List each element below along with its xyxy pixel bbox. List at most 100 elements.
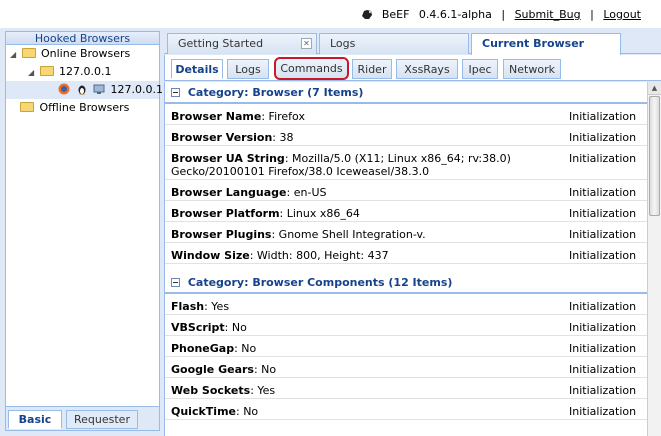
row-text: : Gnome Shell Integration-v.	[271, 228, 426, 241]
row-key: Web Sockets	[171, 384, 251, 397]
collapse-minus-icon[interactable]	[171, 278, 180, 287]
table-row[interactable]: Google Gears: No Initialization	[165, 357, 647, 378]
row-key: Browser UA String	[171, 152, 285, 165]
row-source: Initialization	[569, 228, 637, 241]
row-source: Initialization	[569, 405, 637, 418]
row-source: Initialization	[569, 131, 637, 144]
panel-title: Hooked Browsers	[6, 32, 159, 45]
row-text: : 38	[272, 131, 294, 144]
table-row[interactable]: Browser Plugins: Gnome Shell Integration…	[165, 222, 647, 243]
tree-label-online: Online Browsers	[41, 47, 131, 60]
row-key: Browser Name	[171, 110, 262, 123]
row-value: Browser Platform: Linux x86_64	[171, 207, 561, 220]
tab-logs[interactable]: Logs	[319, 33, 469, 54]
collapse-triangle-icon[interactable]: ◢	[28, 64, 36, 82]
tab-current-browser[interactable]: Current Browser	[471, 33, 621, 55]
subtab-network[interactable]: Network	[503, 59, 561, 79]
folder-icon	[20, 102, 34, 112]
group-gap	[165, 264, 647, 272]
table-row[interactable]: Browser Platform: Linux x86_64 Initializ…	[165, 201, 647, 222]
left-tab-strip: Basic Requester	[6, 406, 159, 430]
row-source: Initialization	[569, 152, 637, 165]
tree-item-browser[interactable]: 127.0.0.1	[6, 81, 163, 99]
subtab-rider[interactable]: Rider	[352, 59, 392, 79]
table-row[interactable]: Flash: Yes Initialization	[165, 294, 647, 315]
scroll-up-arrow-icon[interactable]: ▲	[648, 82, 661, 95]
category-title: Category: Browser (7 Items)	[187, 86, 364, 99]
table-row[interactable]: QuickTime: No Initialization	[165, 399, 647, 420]
row-source: Initialization	[569, 249, 637, 262]
row-source: Initialization	[569, 321, 637, 334]
row-value: Browser Language: en-US	[171, 186, 561, 199]
subtab-xssrays[interactable]: XssRays	[396, 59, 458, 79]
tree-item-offline[interactable]: Offline Browsers	[6, 99, 159, 117]
row-source: Initialization	[569, 363, 637, 376]
vertical-scrollbar[interactable]: ▲	[647, 82, 661, 436]
table-row[interactable]: Browser Name: Firefox Initialization	[165, 104, 647, 125]
row-key: Browser Plugins	[171, 228, 272, 241]
submit-bug-link[interactable]: Submit_Bug	[515, 8, 581, 21]
tab-label: Getting Started	[178, 37, 264, 50]
category-header-browser[interactable]: Category: Browser (7 Items)	[165, 82, 647, 104]
collapse-triangle-icon[interactable]: ◢	[10, 46, 18, 64]
tab-label: Current Browser	[482, 37, 585, 50]
table-row[interactable]: Window Size: Width: 800, Height: 437 Ini…	[165, 243, 647, 264]
folder-open-icon	[21, 48, 36, 58]
category-header-components[interactable]: Category: Browser Components (12 Items)	[165, 272, 647, 294]
tab-getting-started[interactable]: Getting Started ✕	[167, 33, 317, 54]
row-source: Initialization	[569, 207, 637, 220]
row-text: : No	[253, 363, 277, 376]
row-value: Window Size: Width: 800, Height: 437	[171, 249, 561, 262]
row-source: Initialization	[569, 186, 637, 199]
tree-label-host: 127.0.0.1	[59, 65, 112, 78]
collapse-minus-icon[interactable]	[171, 88, 180, 97]
row-text: : Yes	[250, 384, 276, 397]
beef-logo-icon	[362, 10, 373, 19]
table-row[interactable]: PhoneGap: No Initialization	[165, 336, 647, 357]
row-text: : No	[236, 405, 259, 418]
subtab-commands[interactable]: Commands	[274, 57, 349, 80]
row-text: : Width: 800, Height: 437	[249, 249, 389, 262]
logout-link[interactable]: Logout	[603, 8, 641, 21]
row-key: Browser Version	[171, 131, 273, 144]
computer-icon	[93, 84, 105, 94]
row-text: : en-US	[286, 186, 327, 199]
tree-label-browser-ip: 127.0.0.1	[110, 83, 163, 96]
tree-item-online[interactable]: ◢ Online Browsers	[6, 45, 159, 63]
row-key: VBScript	[171, 321, 225, 334]
tree-item-host[interactable]: ◢ 127.0.0.1	[6, 63, 159, 81]
row-text: : Linux x86_64	[279, 207, 360, 220]
firefox-icon	[58, 83, 70, 95]
row-value: Web Sockets: Yes	[171, 384, 561, 397]
subtab-logs[interactable]: Logs	[227, 59, 269, 79]
tab-label: Logs	[330, 37, 356, 50]
category-title: Category: Browser Components (12 Items)	[187, 276, 453, 289]
row-value: QuickTime: No	[171, 405, 561, 418]
row-key: QuickTime	[171, 405, 236, 418]
scrollbar-thumb[interactable]	[649, 96, 660, 216]
table-row[interactable]: Browser Version: 38 Initialization	[165, 125, 647, 146]
row-value: Browser Version: 38	[171, 131, 561, 144]
table-row[interactable]: VBScript: No Initialization	[165, 315, 647, 336]
brand-bar: BeEF 0.4.6.1-alpha | Submit_Bug | Logout	[360, 7, 641, 21]
subtab-details[interactable]: Details	[171, 59, 223, 79]
table-row[interactable]: Web Sockets: Yes Initialization	[165, 378, 647, 399]
row-source: Initialization	[569, 342, 637, 355]
close-icon[interactable]: ✕	[301, 38, 312, 49]
separator: |	[590, 8, 594, 21]
subtab-ipec[interactable]: Ipec	[462, 59, 498, 79]
row-value: Browser UA String: Mozilla/5.0 (X11; Lin…	[171, 152, 561, 178]
app-name: BeEF	[381, 8, 410, 21]
main-panel: Getting Started ✕ Logs Current Browser D…	[164, 31, 661, 436]
tab-basic[interactable]: Basic	[8, 410, 62, 429]
row-text: : No	[224, 321, 247, 334]
row-key: Google Gears	[171, 363, 254, 376]
row-value: Flash: Yes	[171, 300, 561, 313]
row-source: Initialization	[569, 300, 637, 313]
tab-requester[interactable]: Requester	[66, 410, 138, 429]
table-row[interactable]: Browser UA String: Mozilla/5.0 (X11; Lin…	[165, 146, 647, 180]
row-text: : Firefox	[261, 110, 305, 123]
details-grid-panel: Category: Browser (7 Items) Browser Name…	[164, 82, 661, 436]
table-row[interactable]: Browser Language: en-US Initialization	[165, 180, 647, 201]
hooked-browsers-panel: Hooked Browsers ◢ Online Browsers ◢ 127.…	[5, 31, 163, 431]
